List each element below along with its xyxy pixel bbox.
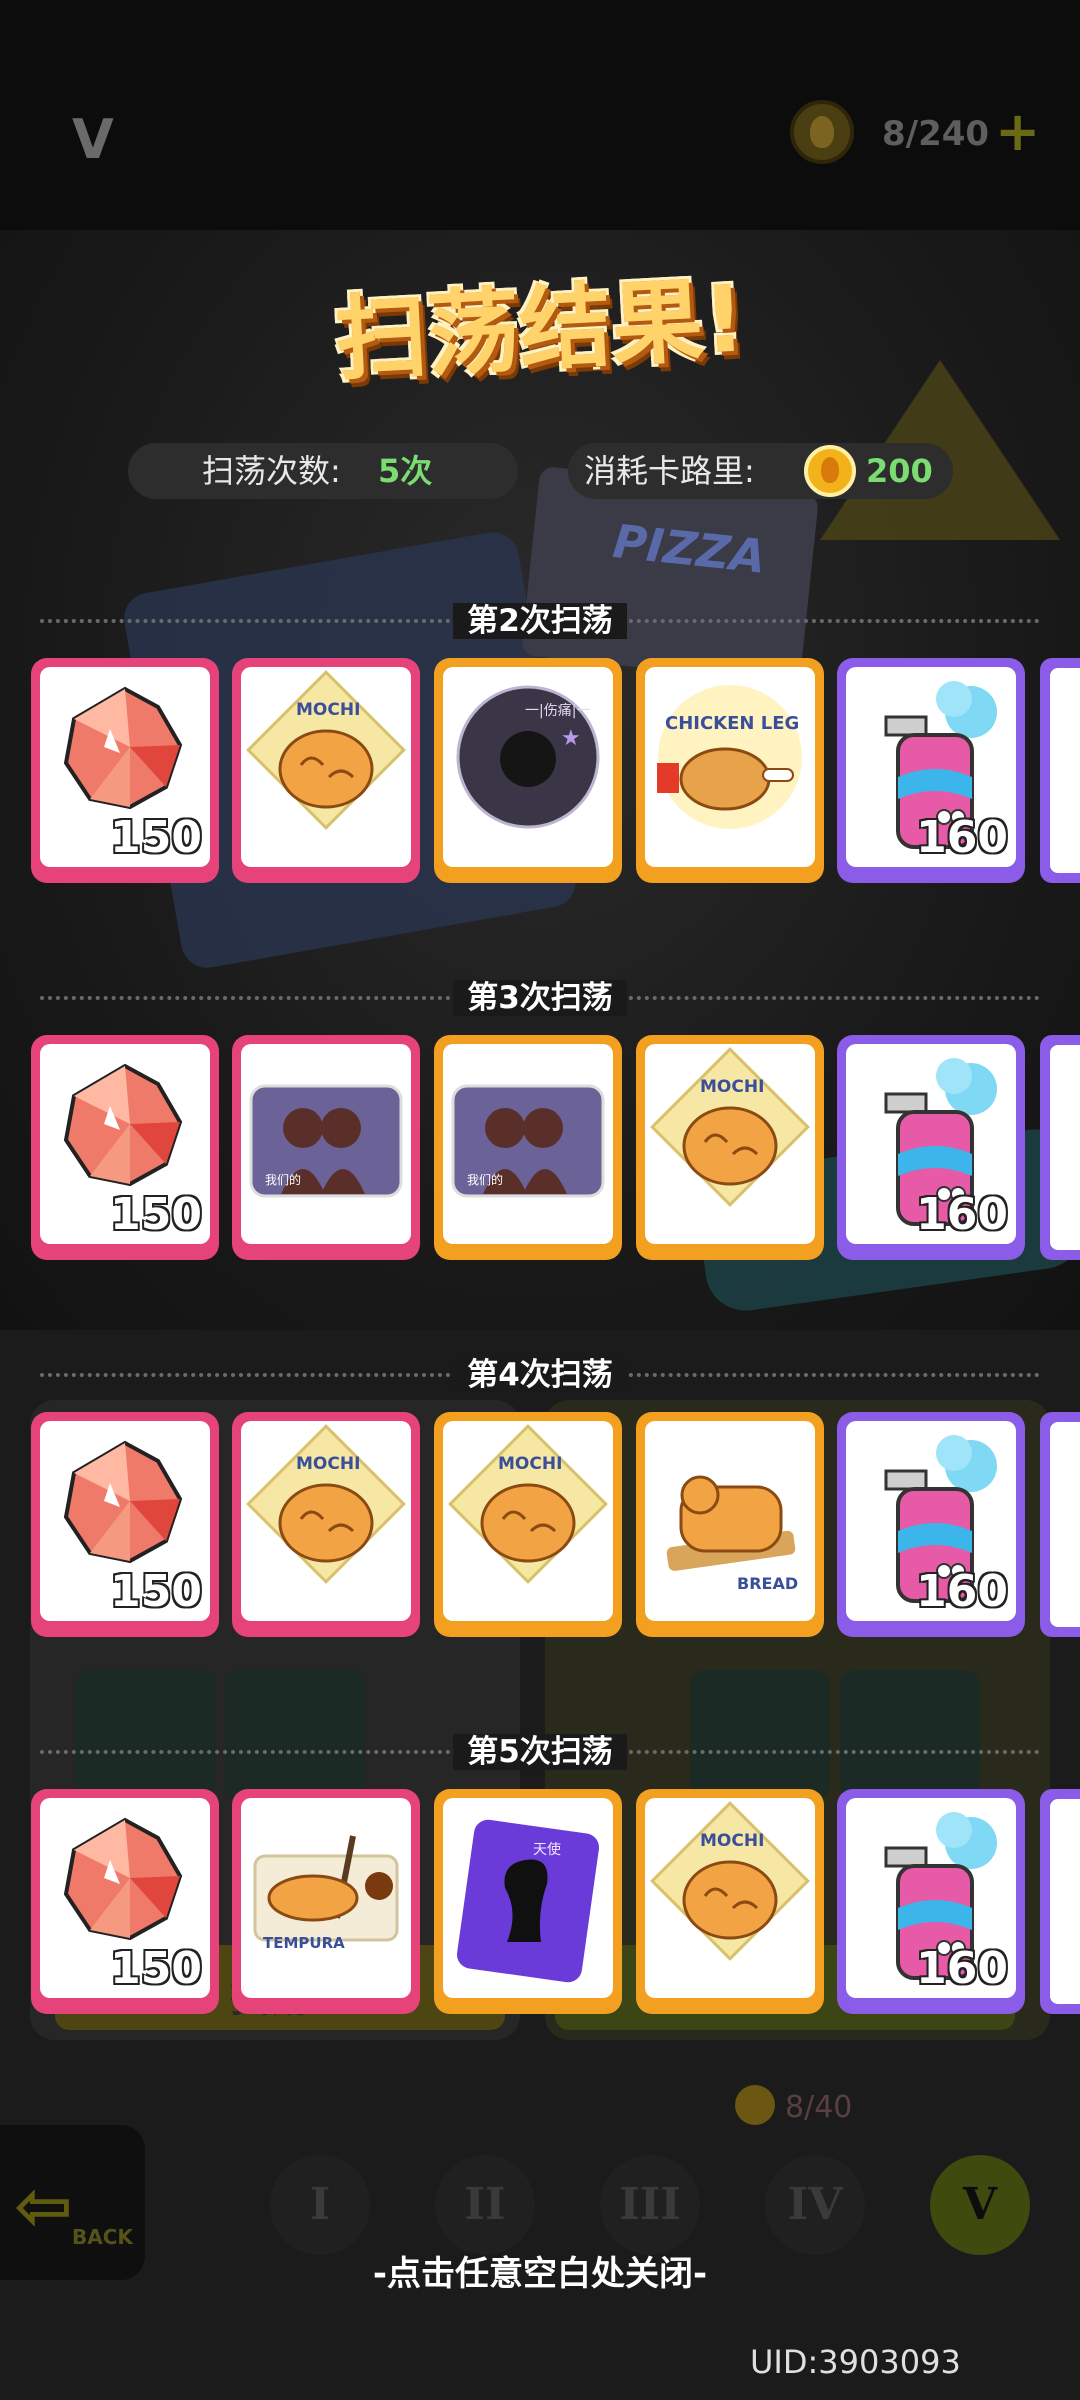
reward-quantity: 150 (110, 1943, 202, 1994)
svg-text:★: ★ (561, 726, 581, 751)
sweep-count-pill: 扫荡次数: 5次 (128, 443, 518, 499)
reward-item-card[interactable]: MOCHI (636, 1035, 824, 1260)
svg-text:BREAD: BREAD (737, 1574, 798, 1593)
reward-item-card[interactable]: 150 (31, 658, 219, 883)
reward-quantity: 160 (916, 1943, 1008, 1994)
calorie-cost-value: 200 (866, 452, 933, 490)
calorie-coin-icon (804, 445, 856, 497)
round-title: 第2次扫荡 (453, 603, 627, 639)
chapter-button-5: V (930, 2155, 1030, 2255)
reward-item-card[interactable]: MOCHI (636, 1789, 824, 2014)
svg-text:MOCHI: MOCHI (700, 1077, 764, 1097)
add-energy-button: + (995, 100, 1041, 163)
reward-item-card[interactable]: TEMPURA (232, 1789, 420, 2014)
reward-item-card[interactable]: MOCHI (232, 1412, 420, 1637)
reward-item-card[interactable]: 天使 (434, 1789, 622, 2014)
reward-quantity: 150 (110, 1566, 202, 1617)
svg-text:一|伤痛|一: 一|伤痛|一 (525, 702, 590, 719)
reward-quantity: 150 (110, 812, 202, 863)
reward-quantity: 160 (916, 812, 1008, 863)
reward-item-card[interactable]: 160 (837, 1412, 1025, 1637)
reward-item-card-partial[interactable] (1040, 1789, 1080, 2014)
reward-item-card[interactable]: 我们的 (434, 1035, 622, 1260)
level-indicator: V (72, 108, 114, 171)
background-cost: 8/40 (785, 2090, 853, 2125)
reward-item-card[interactable]: 160 (837, 1035, 1025, 1260)
reward-item-card[interactable]: 160 (837, 1789, 1025, 2014)
reward-row: 150 TEMPURA 天使 MOCHI 160 (0, 1789, 1080, 2014)
chapter-button-4: IV (765, 2155, 865, 2255)
svg-text:MOCHI: MOCHI (700, 1831, 764, 1851)
sweep-count-value: 5次 (378, 452, 433, 490)
back-arrow-icon: ⇦ (14, 2165, 73, 2247)
svg-text:我们的: 我们的 (265, 1172, 301, 1187)
close-hint[interactable]: -点击任意空白处关闭- (0, 2246, 1080, 2295)
reward-item-card-partial[interactable] (1040, 1412, 1080, 1637)
svg-text:我们的: 我们的 (467, 1172, 503, 1187)
calorie-cost-pill: 消耗卡路里: 200 (568, 443, 953, 499)
svg-text:天使: 天使 (533, 1841, 561, 1858)
svg-text:TEMPURA: TEMPURA (263, 1934, 345, 1952)
reward-quantity: 150 (110, 1189, 202, 1240)
svg-text:MOCHI: MOCHI (296, 700, 360, 720)
reward-row: 150 MOCHI MOCHI BREAD 160 (0, 1412, 1080, 1637)
reward-item-card-partial[interactable] (1040, 1035, 1080, 1260)
reward-item-card[interactable]: 我们的 (232, 1035, 420, 1260)
round-title: 第5次扫荡 (453, 1734, 627, 1770)
calorie-coin-icon (790, 100, 854, 164)
reward-item-card[interactable]: BREAD (636, 1412, 824, 1637)
svg-text:CHICKEN LEG: CHICKEN LEG (665, 713, 799, 734)
energy-counter: 8/240 (882, 114, 990, 154)
reward-item-card[interactable]: MOCHI (232, 658, 420, 883)
calorie-cost-label: 消耗卡路里: (584, 452, 755, 490)
reward-item-card-partial[interactable] (1040, 658, 1080, 883)
reward-item-card[interactable]: CHICKEN LEG (636, 658, 824, 883)
chapter-button-2: II (435, 2155, 535, 2255)
chapter-button-1: I (270, 2155, 370, 2255)
sweep-count-label: 扫荡次数: (202, 452, 341, 490)
svg-text:MOCHI: MOCHI (296, 1454, 360, 1474)
reward-item-card[interactable]: 150 (31, 1412, 219, 1637)
reward-row: 150 MOCHI 一|伤痛|一 ★ CHICKEN LEG 160 (0, 658, 1080, 883)
chapter-button-3: III (600, 2155, 700, 2255)
round-title: 第4次扫荡 (453, 1357, 627, 1393)
reward-item-card[interactable]: 160 (837, 658, 1025, 883)
reward-item-card[interactable]: 一|伤痛|一 ★ (434, 658, 622, 883)
reward-row: 150 我们的 我们的 MOCHI 160 (0, 1035, 1080, 1260)
reward-item-card[interactable]: 150 (31, 1035, 219, 1260)
reward-quantity: 160 (916, 1189, 1008, 1240)
reward-item-card[interactable]: MOCHI (434, 1412, 622, 1637)
reward-item-card[interactable]: 150 (31, 1789, 219, 2014)
reward-quantity: 160 (916, 1566, 1008, 1617)
round-title: 第3次扫荡 (453, 980, 627, 1016)
svg-text:MOCHI: MOCHI (498, 1454, 562, 1474)
user-id: UID:3903093 (750, 2343, 961, 2381)
